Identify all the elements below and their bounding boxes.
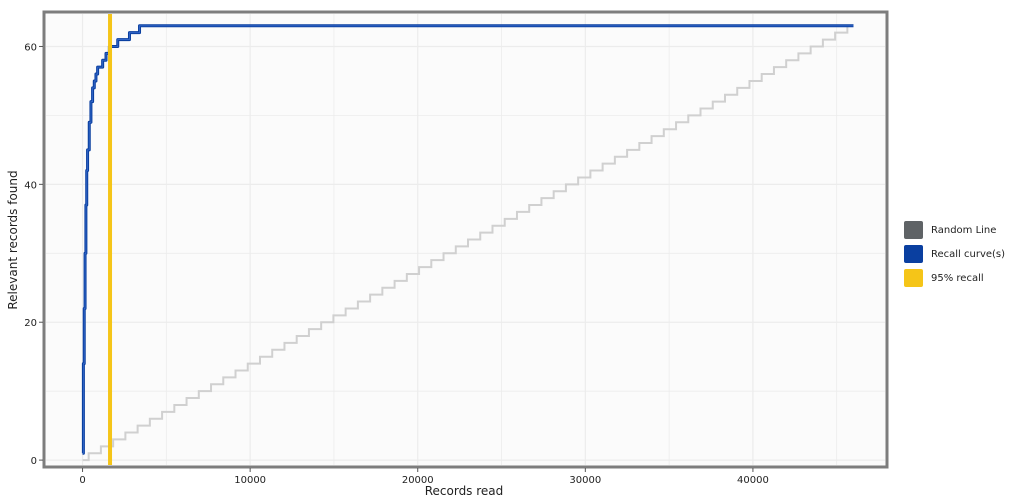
y-tick-label: 60 <box>24 42 37 53</box>
legend-swatch <box>904 245 923 263</box>
legend-swatch <box>904 221 923 239</box>
legend-swatch <box>904 269 923 287</box>
chart: 0 10000 20000 30000 400000204060 Records rea… <box>6 10 889 498</box>
legend-label: Random Line <box>931 224 997 236</box>
legend-item-recall-curves[interactable]: Recall curve(s) <box>904 242 1005 266</box>
y-tick-label: 0 <box>31 456 37 467</box>
legend-item-random-line[interactable]: Random Line <box>904 218 1005 242</box>
x-tick-label: 30000 <box>569 475 601 486</box>
y-tick-label: 20 <box>24 318 37 329</box>
legend-label: 95% recall <box>931 272 984 284</box>
x-tick-label: 10000 <box>234 475 266 486</box>
x-tick-label: 40000 <box>737 475 769 486</box>
legend-item-95-recall[interactable]: 95% recall <box>904 266 1005 290</box>
y-axis-title: Relevant records found <box>6 170 20 309</box>
x-axis-title: Records read <box>425 484 504 498</box>
legend-label: Recall curve(s) <box>931 248 1006 260</box>
y-tick-label: 40 <box>24 180 37 191</box>
x-tick-label: 0 <box>79 475 85 486</box>
legend: Random Line Recall curve(s) 95% recall <box>904 218 1005 290</box>
